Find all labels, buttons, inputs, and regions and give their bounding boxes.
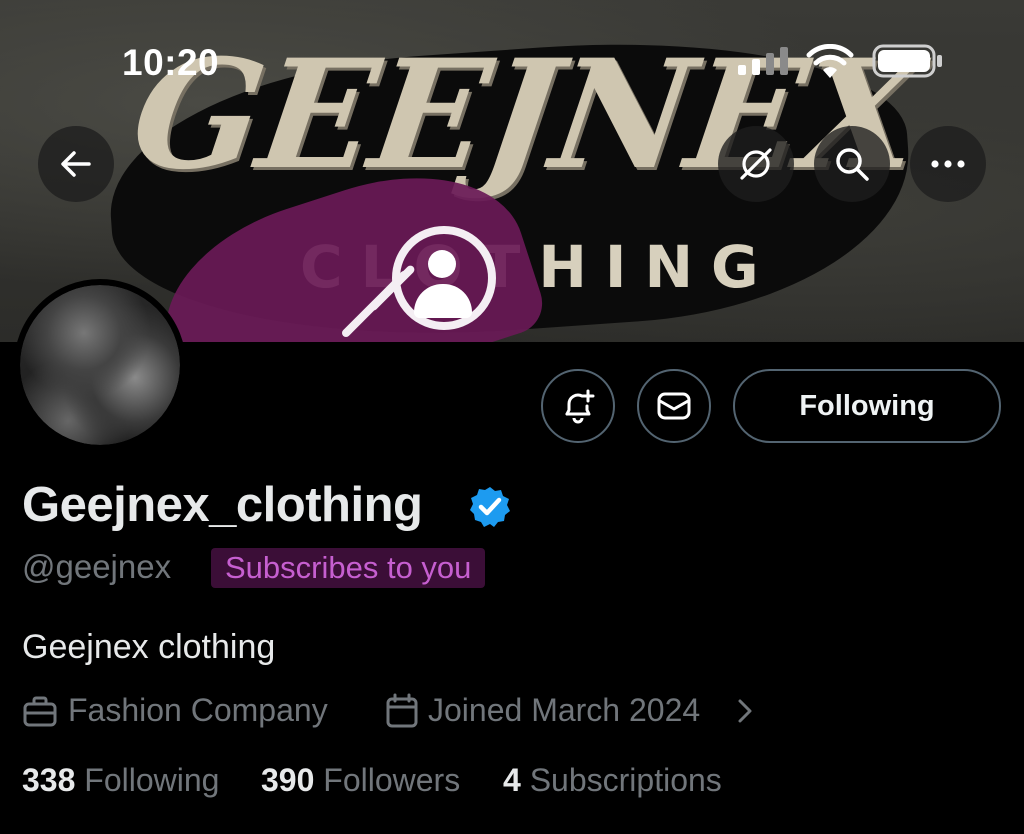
following-count: 338 [22, 762, 76, 798]
avatar-image [20, 285, 180, 445]
chevron-right-icon[interactable] [736, 698, 754, 724]
grok-button[interactable] [718, 126, 794, 202]
grok-icon [740, 148, 772, 180]
verified-badge-icon[interactable] [468, 485, 512, 529]
more-button[interactable] [910, 126, 986, 202]
signal-icon [738, 47, 788, 75]
avatar[interactable] [14, 279, 186, 451]
category-label: Fashion Company [68, 692, 328, 728]
following-stat-label: Following [84, 762, 220, 798]
more-icon [931, 160, 965, 168]
handle: @geejnex [22, 548, 172, 585]
notifications-button[interactable] [541, 369, 615, 443]
back-button[interactable] [38, 126, 114, 202]
envelope-icon [657, 392, 691, 420]
subscriptions-stat-label: Subscriptions [529, 762, 722, 798]
subscribes-to-you-badge: Subscribes to you [211, 548, 486, 588]
arrow-left-icon [61, 151, 91, 177]
bell-plus-icon [565, 389, 595, 424]
followers-stat-label: Followers [323, 762, 461, 798]
subscriptions-count: 4 [503, 762, 521, 798]
search-icon [836, 148, 869, 181]
joined-date: Joined March 2024 [428, 692, 701, 728]
wifi-icon [806, 44, 854, 78]
message-button[interactable] [637, 369, 711, 443]
following-stat[interactable]: 338 Following [22, 762, 219, 799]
bio: Geejnex clothing [22, 628, 276, 666]
calendar-icon [386, 693, 418, 728]
status-time: 10:20 [122, 42, 220, 83]
display-name: Geejnex_clothing [22, 478, 423, 532]
following-button[interactable]: Following [733, 369, 1001, 443]
briefcase-icon [23, 696, 57, 727]
followers-count: 390 [261, 762, 315, 798]
battery-icon [872, 44, 942, 78]
subscriptions-stat[interactable]: 4 Subscriptions [503, 762, 722, 799]
search-button[interactable] [814, 126, 890, 202]
followers-stat[interactable]: 390 Followers [261, 762, 460, 799]
